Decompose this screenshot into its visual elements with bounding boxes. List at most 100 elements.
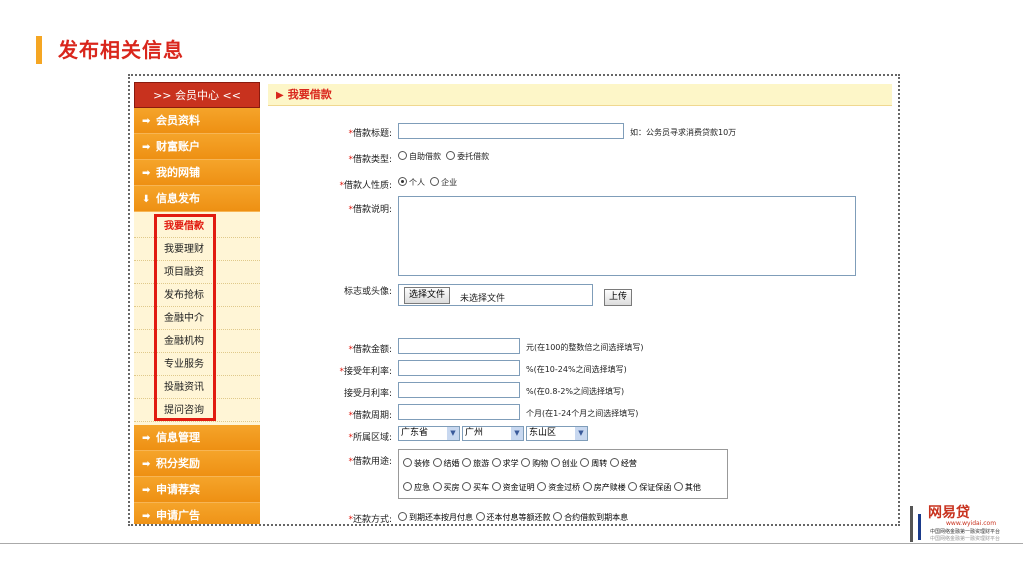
district-select[interactable]: 东山区 ▼ — [526, 426, 588, 441]
loan-title-input[interactable] — [398, 123, 624, 139]
sidebar-item-label: 信息管理 — [156, 431, 200, 444]
sidebar-item-apply-guest[interactable]: ➡ 申请荐宾 — [134, 477, 260, 503]
loan-type-group: 自助借款 委托借款 — [398, 151, 489, 162]
radio-purpose[interactable] — [628, 482, 638, 491]
submenu-item-publish-bid[interactable]: 发布抢标 — [134, 284, 260, 307]
arrow-right-icon: ➡ — [142, 433, 151, 444]
sidebar-item-points-reward[interactable]: ➡ 积分奖励 — [134, 451, 260, 477]
monthly-rate-label: 接受月利率: — [343, 389, 392, 399]
panel-header: ▶ 我要借款 — [268, 84, 892, 106]
arrow-down-icon: ⬇ — [142, 194, 151, 205]
submenu-item-financial-institution[interactable]: 金融机构 — [134, 330, 260, 353]
title-hint: 如：公务员寻求消费贷款10万 — [630, 128, 737, 137]
radio-entrusted-loan[interactable] — [446, 151, 456, 160]
radio-purpose[interactable] — [580, 458, 590, 467]
loan-amount-input[interactable] — [398, 338, 520, 354]
radio-purpose[interactable] — [609, 458, 619, 467]
radio-purpose[interactable] — [521, 458, 531, 467]
panel-title: 我要借款 — [287, 88, 332, 101]
radio-purpose[interactable] — [462, 458, 472, 467]
sidebar-item-info-manage[interactable]: ➡ 信息管理 — [134, 425, 260, 451]
logo-bar — [918, 514, 921, 540]
submenu-item-project-financing[interactable]: 项目融资 — [134, 261, 260, 284]
sidebar-item-member-info[interactable]: ➡ 会员资料 — [134, 108, 260, 134]
radio-purpose[interactable] — [537, 482, 547, 491]
submenu-item-invest[interactable]: 我要理财 — [134, 238, 260, 261]
monthly-rate-input[interactable] — [398, 382, 520, 398]
sidebar-item-label: 申请广告 — [156, 509, 200, 522]
screenshot-frame: >> 会员中心 << ➡ 会员资料 ➡ 财富账户 ➡ 我的网铺 ⬇ 信息发布 我要借款 … — [128, 74, 900, 526]
radio-purpose[interactable] — [491, 482, 501, 491]
member-sidebar: >> 会员中心 << ➡ 会员资料 ➡ 财富账户 ➡ 我的网铺 ⬇ 信息发布 我要借款 … — [134, 82, 260, 524]
arrow-right-icon: ➡ — [142, 485, 151, 496]
sidebar-item-info-publish[interactable]: ⬇ 信息发布 — [134, 186, 260, 212]
purpose-label: *借款用途: — [348, 457, 392, 467]
amount-label: *借款金额: — [348, 345, 392, 355]
sidebar-item-label: 我的网铺 — [156, 166, 200, 179]
purpose-row-2: 应急 买房 买车 资金证明 资金过桥 房产赎楼 保证保函 其他 — [403, 482, 701, 493]
logo-tagline: 中国网络金融第一融资理财平台 — [930, 529, 1001, 535]
radio-repay[interactable] — [553, 512, 563, 521]
radio-purpose[interactable] — [491, 458, 501, 467]
radio-purpose[interactable] — [403, 482, 412, 491]
sidebar-item-label: 信息发布 — [156, 192, 200, 205]
annual-rate-input[interactable] — [398, 360, 520, 376]
choose-file-button[interactable]: 选择文件 — [404, 287, 451, 304]
submenu-item-professional-service[interactable]: 专业服务 — [134, 353, 260, 376]
sidebar-item-my-shop[interactable]: ➡ 我的网铺 — [134, 160, 260, 186]
monthly-rate-hint: %(在0.8-2%之间选择填写) — [526, 387, 625, 396]
sidebar-submenu: 我要借款 我要理财 项目融资 发布抢标 金融中介 金融机构 专业服务 投融资讯 … — [134, 212, 260, 425]
annual-rate-hint: %(在10-24%之间选择填写) — [526, 365, 627, 374]
submenu-item-ask-question[interactable]: 提问咨询 — [134, 399, 260, 422]
file-status: 未选择文件 — [460, 294, 506, 304]
chevron-down-icon: ▼ — [447, 427, 459, 440]
radio-purpose[interactable] — [462, 482, 472, 491]
radio-purpose[interactable] — [432, 458, 442, 467]
radio-company[interactable] — [430, 177, 440, 186]
brand-logo: 网易贷 www.wyidai.com 中国网络金融第一融资理财平台 中国网络金融… — [910, 500, 1020, 560]
radio-purpose[interactable] — [403, 458, 412, 467]
chevron-down-icon: ▼ — [511, 427, 523, 440]
radio-repay[interactable] — [475, 512, 485, 521]
arrow-right-icon: ➡ — [142, 168, 151, 179]
region-label: *所属区域: — [348, 433, 392, 443]
borrower-nature-group: 个人 企业 — [398, 177, 457, 188]
radio-purpose[interactable] — [432, 482, 442, 491]
nature-label: *借款人性质: — [339, 181, 392, 191]
loan-period-input[interactable] — [398, 404, 520, 420]
amount-hint: 元(在100的整数倍之间选择填写) — [526, 343, 644, 352]
logo-bar — [910, 506, 913, 542]
arrow-right-icon: ➡ — [142, 459, 151, 470]
logo-url: www.wyidai.com — [946, 520, 997, 527]
period-hint: 个月(在1-24个月之间选择填写) — [526, 409, 639, 418]
chevron-down-icon: ▼ — [575, 427, 587, 440]
city-select[interactable]: 广州 ▼ — [462, 426, 524, 441]
radio-individual[interactable] — [398, 177, 407, 186]
borrow-form-panel: ▶ 我要借款 *借款标题: 如：公务员寻求消费贷款10万 *借款类型: 自助借款 … — [268, 84, 892, 524]
submenu-item-borrow[interactable]: 我要借款 — [134, 215, 260, 238]
annual-rate-label: *接受年利率: — [339, 367, 392, 377]
radio-purpose[interactable] — [673, 482, 683, 491]
purpose-row-1: 装修 结婚 旅游 求学 购物 创业 周转 经营 — [403, 458, 637, 469]
radio-purpose[interactable] — [582, 482, 592, 491]
period-label: *借款周期: — [348, 411, 392, 421]
loan-description-textarea[interactable] — [398, 196, 856, 276]
radio-purpose[interactable] — [550, 458, 560, 467]
sidebar-item-apply-ad[interactable]: ➡ 申请广告 — [134, 503, 260, 524]
logo-label: 标志或头像: — [343, 287, 392, 297]
title-accent-bar — [36, 36, 42, 64]
triangle-right-icon: ▶ — [276, 90, 284, 101]
arrow-right-icon: ➡ — [142, 116, 151, 127]
sidebar-item-label: 财富账户 — [156, 140, 200, 153]
province-select[interactable]: 广东省 ▼ — [398, 426, 460, 441]
arrow-right-icon: ➡ — [142, 511, 151, 522]
sidebar-item-wealth-account[interactable]: ➡ 财富账户 — [134, 134, 260, 160]
arrow-right-icon: ➡ — [142, 142, 151, 153]
upload-button[interactable]: 上传 — [604, 289, 633, 306]
submenu-item-financing-news[interactable]: 投融资讯 — [134, 376, 260, 399]
type-label: *借款类型: — [348, 155, 392, 165]
purpose-options-box: 装修 结婚 旅游 求学 购物 创业 周转 经营 应急 买房 买车 资金证明 资金… — [398, 449, 728, 499]
submenu-item-financial-agent[interactable]: 金融中介 — [134, 307, 260, 330]
radio-self-loan[interactable] — [398, 151, 407, 160]
radio-repay[interactable] — [398, 512, 407, 521]
